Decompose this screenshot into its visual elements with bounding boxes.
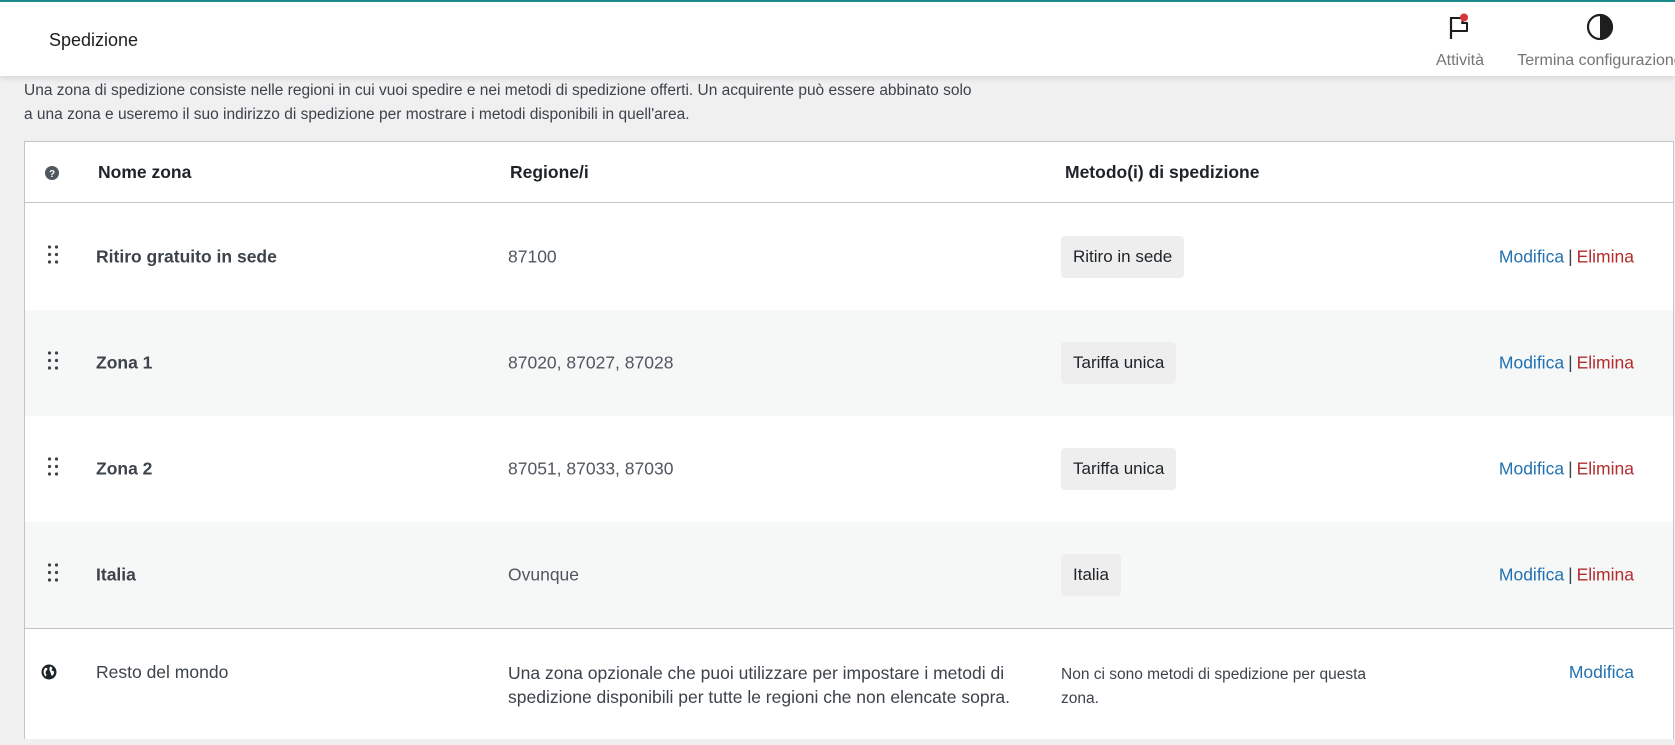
- separator: |: [1568, 564, 1573, 585]
- rest-of-world-name: Resto del mondo: [96, 662, 229, 682]
- drag-handle-icon[interactable]: [47, 351, 59, 376]
- method-badge: Tariffa unica: [1061, 448, 1177, 490]
- method-badge: Tariffa unica: [1061, 342, 1177, 384]
- flag-icon: [1447, 13, 1473, 46]
- edit-link[interactable]: Modifica: [1499, 353, 1564, 373]
- intro-text: Una zona di spedizione consiste nelle re…: [24, 79, 1024, 127]
- drag-handle-icon[interactable]: [47, 563, 59, 588]
- zone-name: Zona 1: [96, 352, 153, 373]
- help-icon[interactable]: ?: [45, 166, 59, 185]
- page-title: Spedizione: [49, 30, 139, 50]
- edit-link[interactable]: Modifica: [1499, 565, 1564, 585]
- method-badge: Italia: [1061, 554, 1121, 596]
- intro-line-2: a una zona e useremo il suo indirizzo di…: [24, 106, 690, 123]
- row-actions: Modifica | Elimina: [1499, 565, 1634, 586]
- finish-setup-label: Termina configurazione: [1517, 52, 1675, 69]
- shipping-zones-table: ? Nome zona Regione/i Metodo(i) di spedi…: [24, 141, 1674, 739]
- zone-row: Italia Ovunque Italia Modifica | Elimina: [25, 522, 1673, 628]
- rest-of-world-description: Una zona opzionale che puoi utilizzare p…: [508, 663, 1010, 707]
- delete-link[interactable]: Elimina: [1577, 459, 1634, 479]
- intro-line-1: Una zona di spedizione consiste nelle re…: [24, 82, 972, 99]
- zone-regions: Ovunque: [508, 564, 580, 585]
- finish-setup-button[interactable]: Termina configurazione: [1515, 12, 1675, 70]
- separator: |: [1568, 246, 1573, 267]
- drag-handle-icon[interactable]: [47, 245, 59, 270]
- delete-link[interactable]: Elimina: [1577, 247, 1634, 267]
- rest-of-world-row: Resto del mondo Una zona opzionale che p…: [25, 628, 1673, 739]
- separator: |: [1568, 352, 1573, 373]
- no-methods-text: Non ci sono metodi di spedizione per que…: [1061, 666, 1367, 707]
- method-badge: Ritiro in sede: [1061, 236, 1185, 278]
- row-actions: Modifica | Elimina: [1499, 247, 1634, 268]
- row-actions: Modifica | Elimina: [1499, 459, 1634, 480]
- row-actions: Modifica | Elimina: [1499, 353, 1634, 374]
- column-regions: Regione/i: [510, 162, 589, 182]
- edit-link[interactable]: Modifica: [1499, 247, 1564, 267]
- zone-row: Zona 1 87020, 87027, 87028 Tariffa unica…: [25, 310, 1673, 416]
- zone-regions: 87051, 87033, 87030: [508, 458, 674, 479]
- table-header: ? Nome zona Regione/i Metodo(i) di spedi…: [25, 142, 1673, 203]
- activity-button[interactable]: Attività: [1430, 13, 1490, 70]
- globe-icon: [41, 664, 57, 685]
- zone-row: Ritiro gratuito in sede 87100 Ritiro in …: [25, 204, 1673, 310]
- drag-handle-icon[interactable]: [47, 457, 59, 482]
- column-methods: Metodo(i) di spedizione: [1065, 162, 1260, 182]
- zone-row: Zona 2 87051, 87033, 87030 Tariffa unica…: [25, 416, 1673, 522]
- half-circle-icon: [1585, 12, 1615, 47]
- separator: |: [1568, 458, 1573, 479]
- top-bar: Spedizione Attività Termina configurazio…: [0, 0, 1675, 76]
- zone-name: Ritiro gratuito in sede: [96, 246, 277, 267]
- edit-link[interactable]: Modifica: [1499, 459, 1564, 479]
- zone-regions: 87020, 87027, 87028: [508, 352, 674, 373]
- activity-label: Attività: [1435, 52, 1484, 69]
- svg-text:?: ?: [49, 169, 55, 180]
- zone-regions: 87100: [508, 246, 557, 267]
- edit-link[interactable]: Modifica: [1569, 662, 1634, 683]
- delete-link[interactable]: Elimina: [1577, 353, 1634, 373]
- column-zone-name: Nome zona: [98, 162, 192, 182]
- delete-link[interactable]: Elimina: [1577, 565, 1634, 585]
- zone-name: Italia: [96, 564, 136, 585]
- zone-name: Zona 2: [96, 458, 153, 479]
